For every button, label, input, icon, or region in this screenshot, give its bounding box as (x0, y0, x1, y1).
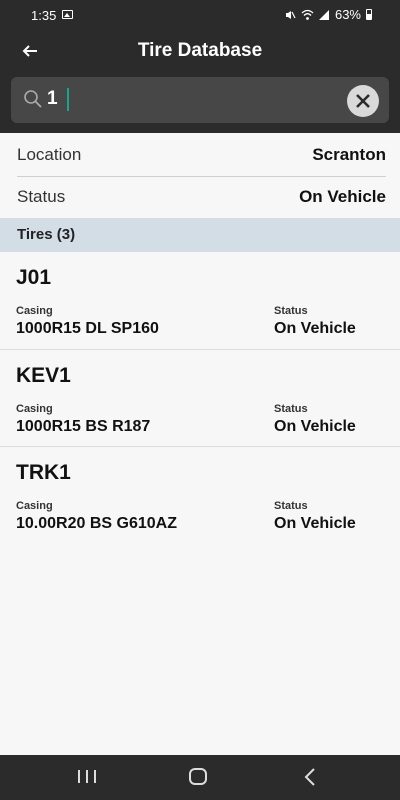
signal-icon (318, 9, 330, 21)
battery-icon (366, 9, 372, 20)
status-time: 1:35 (31, 8, 57, 23)
tire-id: TRK1 (16, 461, 71, 484)
casing-label: Casing (16, 403, 53, 415)
section-header: Tires (3) (0, 218, 400, 252)
battery-percent: 63% (334, 7, 361, 22)
filter-row-status[interactable]: Status On Vehicle (0, 176, 400, 218)
status-right: 63% (284, 7, 372, 22)
filter-label: Location (17, 145, 82, 164)
home-icon[interactable] (178, 763, 218, 791)
tire-id: J01 (16, 266, 52, 289)
status-label: Status (274, 500, 308, 512)
tire-list-item[interactable]: KEV1 Casing 1000R15 BS R187 Status On Ve… (0, 350, 400, 447)
status-bar: 1:35 63% (0, 0, 400, 30)
search-value[interactable]: 1 (47, 88, 58, 110)
search-icon (23, 89, 43, 109)
status-value: On Vehicle (274, 515, 356, 532)
filter-value: Scranton (312, 145, 386, 164)
system-nav-bar (0, 755, 400, 800)
filter-label: Status (17, 187, 66, 206)
tire-id: KEV1 (16, 364, 71, 387)
search-input[interactable]: 1 (11, 77, 389, 123)
text-cursor (67, 88, 69, 111)
status-label: Status (274, 403, 308, 415)
tire-list-item[interactable]: TRK1 Casing 10.00R20 BS G610AZ Status On… (0, 447, 400, 544)
gallery-icon (62, 10, 73, 19)
back-icon[interactable] (290, 763, 330, 791)
filter-row-location[interactable]: Location Scranton (0, 134, 400, 176)
casing-value: 1000R15 BS R187 (16, 418, 151, 435)
filter-value: On Vehicle (299, 187, 386, 206)
casing-value: 10.00R20 BS G610AZ (16, 515, 177, 532)
casing-label: Casing (16, 305, 53, 317)
page-title: Tire Database (137, 40, 263, 61)
app-bar: Tire Database (0, 30, 400, 74)
status-value: On Vehicle (274, 320, 356, 337)
wifi-icon (301, 9, 314, 21)
casing-value: 1000R15 DL SP160 (16, 320, 159, 337)
top-bar: 1:35 63% Tire Database 1 (0, 0, 400, 133)
recent-apps-icon[interactable] (67, 763, 107, 791)
status-label: Status (274, 305, 308, 317)
mute-icon (284, 9, 296, 21)
section-title: Tires (3) (17, 226, 76, 243)
status-value: On Vehicle (274, 418, 356, 435)
casing-label: Casing (16, 500, 53, 512)
close-icon[interactable] (347, 85, 379, 117)
tire-list-item[interactable]: J01 Casing 1000R15 DL SP160 Status On Ve… (0, 252, 400, 349)
